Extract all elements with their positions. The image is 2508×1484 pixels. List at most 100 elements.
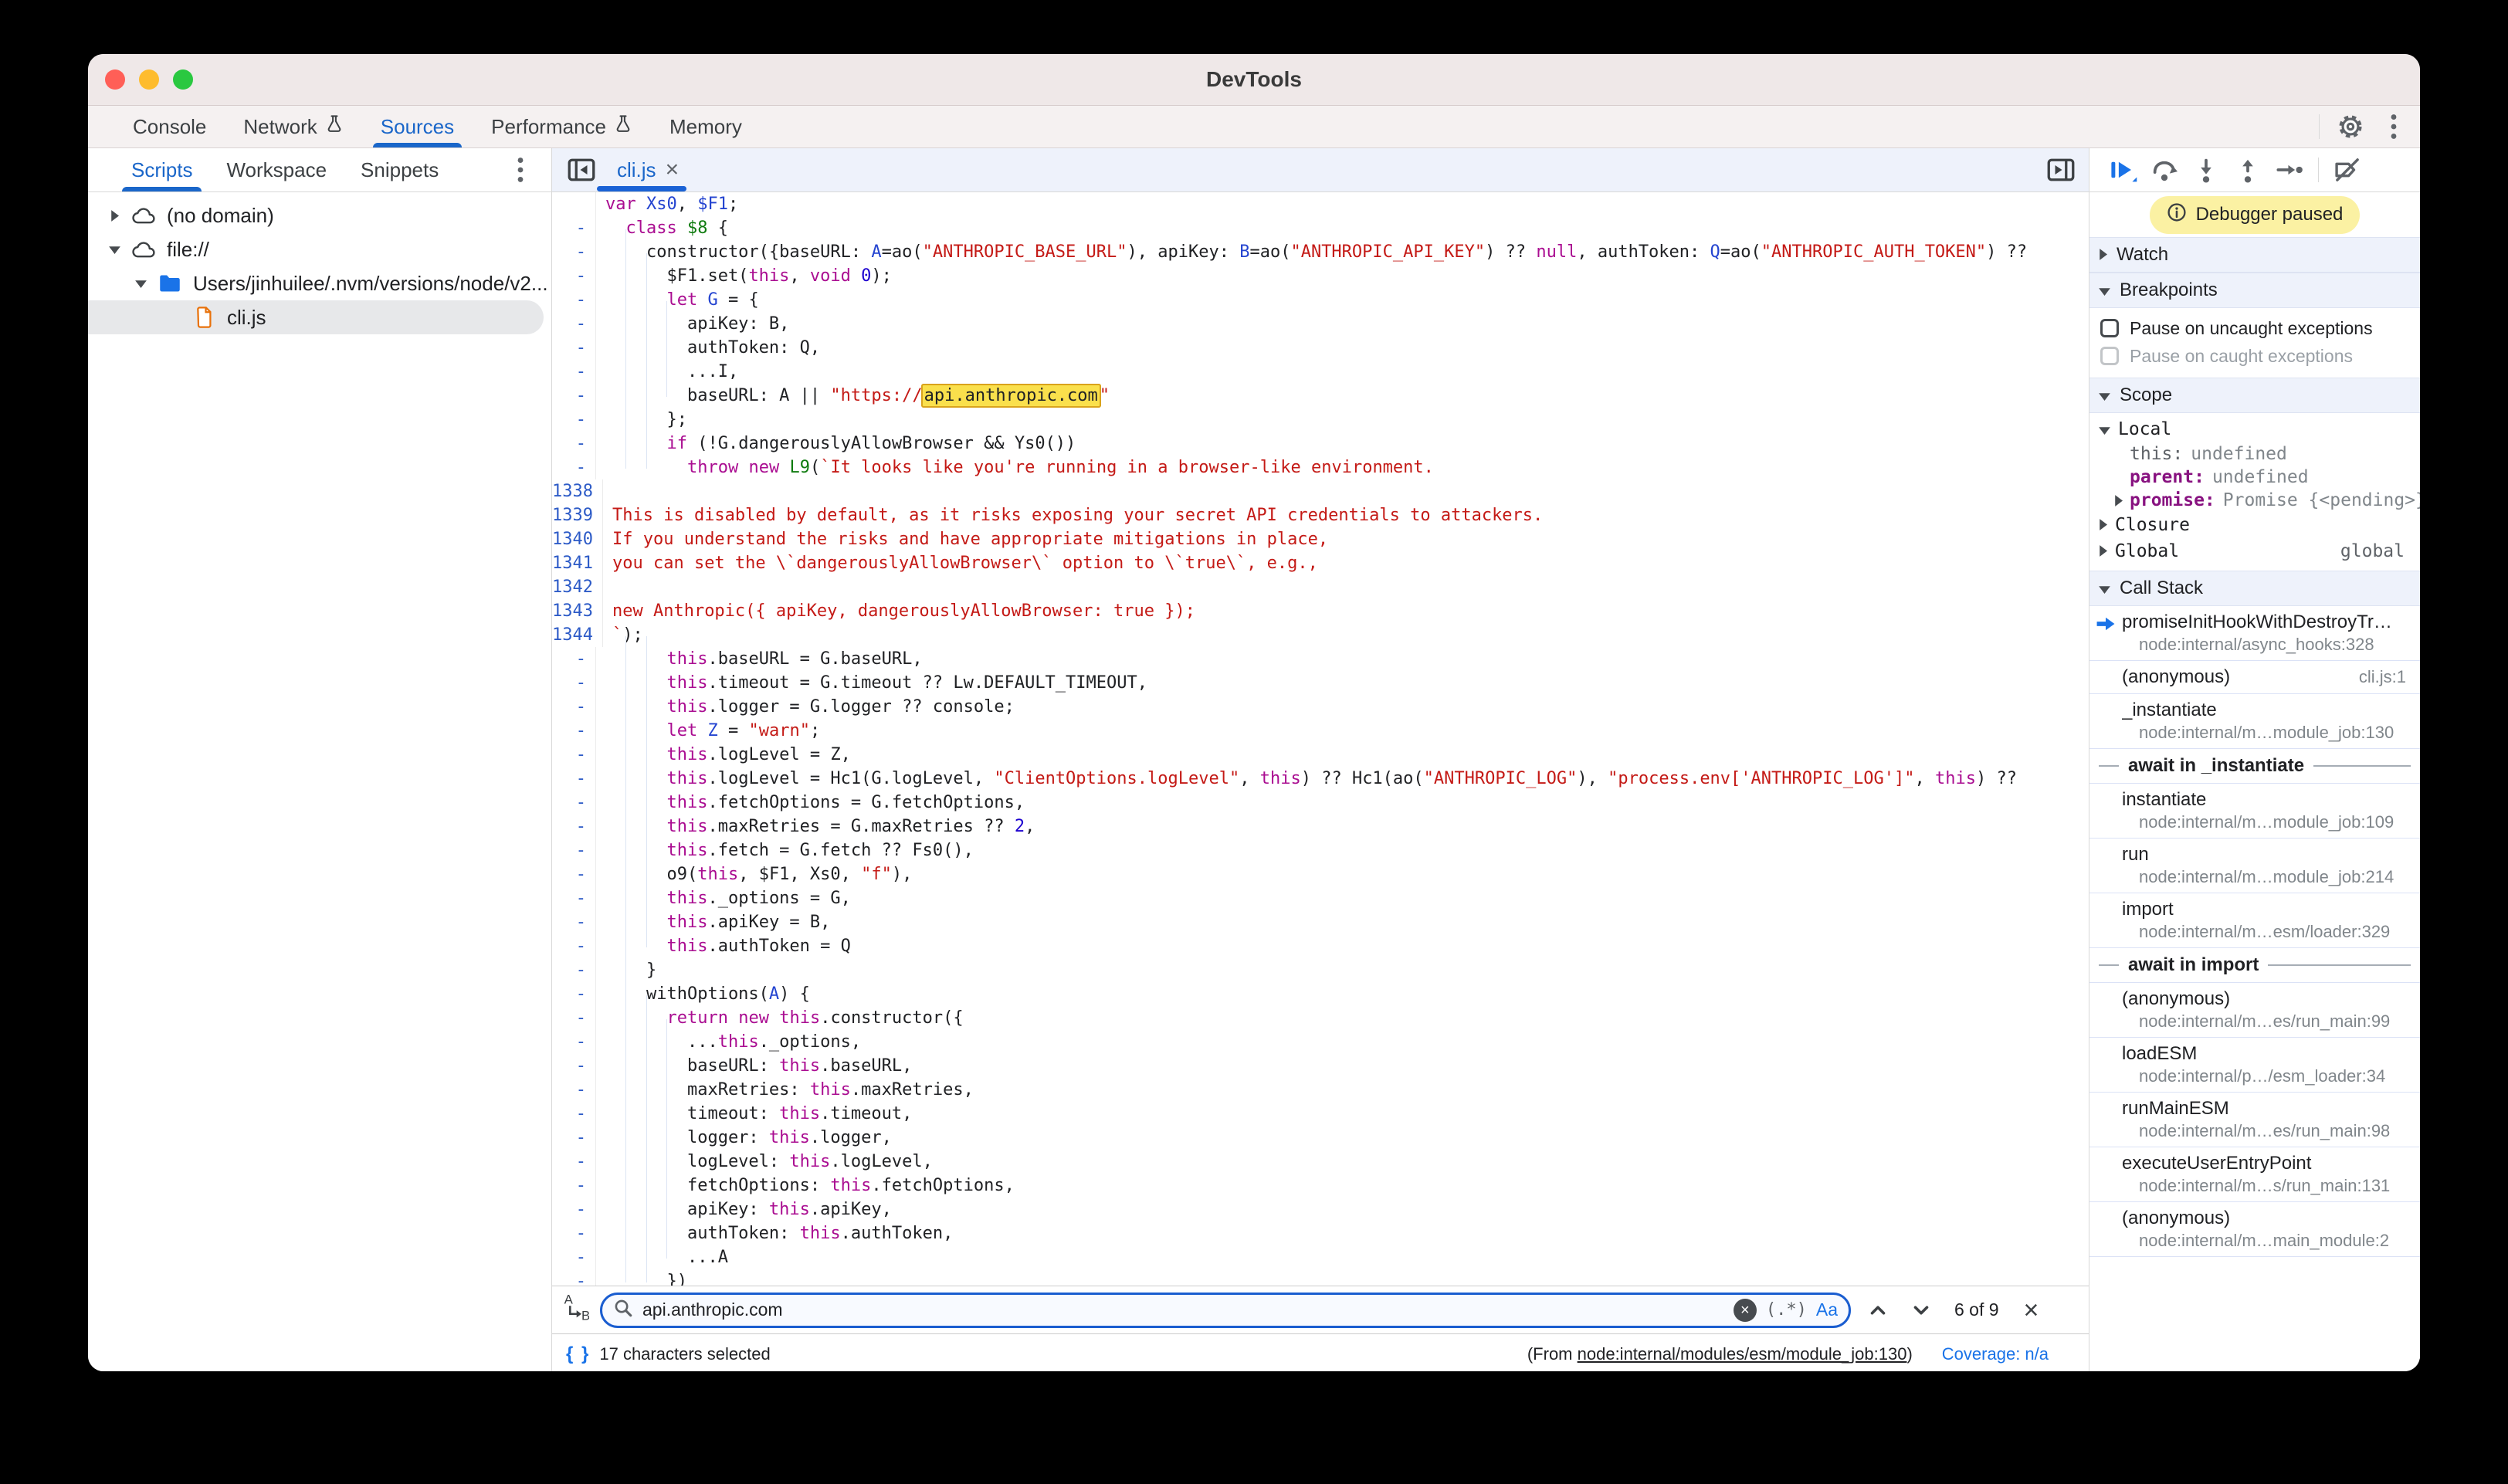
line-gutter[interactable]: - [552,1245,596,1269]
source-origin-link[interactable]: node:internal/modules/esm/module_job:130 [1578,1344,1907,1364]
tab-memory[interactable]: Memory [651,106,761,147]
regex-toggle[interactable]: (.*) [1766,1300,1807,1320]
collapsed-triangle-icon[interactable] [2099,515,2107,535]
expander-down-icon[interactable] [128,280,153,288]
breakpoint-option-pause-on-caught-exceptions[interactable]: Pause on caught exceptions [2089,342,2420,370]
tab-performance[interactable]: Performance [473,106,651,147]
navigator-tab-scripts[interactable]: Scripts [114,148,209,191]
scope-property[interactable]: this:undefined [2089,442,2420,466]
call-stack-frame-anonymous[interactable]: (anonymous)node:internal/m…es/run_main:9… [2089,983,2420,1038]
expander-down-icon[interactable] [102,246,127,254]
replace-toggle-icon[interactable]: AB [563,1292,589,1328]
call-stack-frame-promiseinithookwithdestroytr[interactable]: promiseInitHookWithDestroyTr…node:intern… [2089,606,2420,661]
line-gutter[interactable]: - [552,934,596,958]
call-stack-frame-executeuserentrypoint[interactable]: executeUserEntryPointnode:internal/m…s/r… [2089,1147,2420,1202]
line-gutter[interactable]: - [552,1030,596,1054]
call-stack-frame-anonymous[interactable]: (anonymous)cli.js:1 [2089,661,2420,694]
tab-sources[interactable]: Sources [362,106,473,147]
tab-console[interactable]: Console [114,106,225,147]
call-stack-frame-anonymous[interactable]: (anonymous)node:internal/m…main_module:2 [2089,1202,2420,1257]
checkbox-unchecked[interactable] [2100,319,2119,337]
breakpoint-option-pause-on-uncaught-exceptions[interactable]: Pause on uncaught exceptions [2089,314,2420,342]
line-gutter[interactable]: - [552,1198,596,1221]
tree-item-users-jinhuilee-nvm-versions-node-v2[interactable]: Users/jinhuilee/.nvm/versions/node/v2... [88,266,551,300]
line-gutter[interactable]: 1340 [552,527,603,551]
line-gutter[interactable]: - [552,288,596,312]
scope-property[interactable]: promise:Promise {<pending>} [2089,489,2420,512]
resume-script-button[interactable] [2103,153,2142,187]
collapsed-triangle-icon[interactable] [2099,541,2107,561]
clear-search-icon[interactable]: × [1734,1299,1757,1322]
zoom-window-button[interactable] [173,69,193,90]
scope-group-global[interactable]: Globalglobal [2089,538,2420,564]
line-gutter[interactable]: - [552,647,596,671]
line-gutter[interactable]: - [552,862,596,886]
hide-debugger-sidebar-icon[interactable] [2047,158,2075,182]
hide-navigator-icon[interactable] [568,158,595,182]
collapsed-triangle-icon[interactable] [2108,495,2128,507]
previous-match-icon[interactable] [1862,1294,1894,1326]
navigator-tab-workspace[interactable]: Workspace [209,148,344,191]
match-case-toggle[interactable]: Aa [1816,1299,1838,1320]
line-gutter[interactable]: - [552,743,596,767]
line-gutter[interactable]: - [552,1150,596,1174]
line-gutter[interactable]: - [552,240,596,264]
call-stack-frame-import[interactable]: importnode:internal/m…esm/loader:329 [2089,893,2420,948]
step-out-button[interactable] [2228,153,2267,187]
line-gutter[interactable]: - [552,1006,596,1030]
line-gutter[interactable]: - [552,432,596,456]
scope-property[interactable]: parent:undefined [2089,466,2420,489]
line-gutter[interactable]: - [552,886,596,910]
call-stack-frame-run[interactable]: runnode:internal/m…module_job:214 [2089,839,2420,893]
line-gutter[interactable]: 1338 [552,479,603,503]
step-button[interactable] [2270,153,2309,187]
line-gutter[interactable]: - [552,1102,596,1126]
line-gutter[interactable]: - [552,1078,596,1102]
line-gutter[interactable]: 1343 [552,599,603,623]
line-gutter[interactable]: - [552,384,596,408]
line-gutter[interactable] [552,192,596,216]
tree-item-cli-js[interactable]: cli.js [88,300,544,334]
expander-right-icon[interactable] [102,210,127,222]
line-gutter[interactable]: - [552,312,596,336]
line-gutter[interactable]: 1341 [552,551,603,575]
close-search-icon[interactable]: × [2024,1297,2039,1323]
search-input[interactable]: api.anthropic.com × (.*) Aa [600,1293,1851,1328]
line-gutter[interactable]: - [552,1269,596,1286]
file-tab-cli-js[interactable]: cli.js × [617,158,679,182]
expanded-triangle-icon[interactable] [2099,419,2110,439]
line-gutter[interactable]: - [552,456,596,479]
call-stack-frame-instantiate[interactable]: _instantiatenode:internal/m…module_job:1… [2089,694,2420,749]
more-options-kebab-icon[interactable] [2375,110,2412,144]
line-gutter[interactable]: - [552,671,596,695]
line-gutter[interactable]: - [552,791,596,815]
line-gutter[interactable]: - [552,216,596,240]
navigator-tab-snippets[interactable]: Snippets [344,148,456,191]
section-watch[interactable]: Watch [2089,237,2420,273]
line-gutter[interactable]: - [552,958,596,982]
section-scope[interactable]: Scope [2089,378,2420,413]
line-gutter[interactable]: - [552,719,596,743]
section-breakpoints[interactable]: Breakpoints [2089,273,2420,308]
call-stack-frame-instantiate[interactable]: instantiatenode:internal/m…module_job:10… [2089,784,2420,839]
tree-item-no-domain[interactable]: (no domain) [88,198,551,232]
line-gutter[interactable]: - [552,767,596,791]
call-stack-frame-runmainesm[interactable]: runMainESMnode:internal/m…es/run_main:98 [2089,1093,2420,1147]
settings-gear-icon[interactable] [2332,110,2369,144]
line-gutter[interactable]: - [552,910,596,934]
scope-group-local[interactable]: Local [2089,416,2420,442]
step-over-button[interactable] [2145,153,2184,187]
minimize-window-button[interactable] [139,69,159,90]
line-gutter[interactable]: - [552,336,596,360]
section-call-stack[interactable]: Call Stack [2089,571,2420,606]
line-gutter[interactable]: - [552,982,596,1006]
line-gutter[interactable]: - [552,1174,596,1198]
scope-group-closure[interactable]: Closure [2089,512,2420,538]
checkbox-unchecked[interactable] [2100,347,2119,365]
tree-item-file[interactable]: file:// [88,232,551,266]
line-gutter[interactable]: - [552,695,596,719]
line-gutter[interactable]: - [552,360,596,384]
line-gutter[interactable]: - [552,1221,596,1245]
code-area[interactable]: var Xs0, $F1;- class $8 {- constructor({… [552,192,2089,1286]
coverage-link[interactable]: Coverage: n/a [1942,1344,2049,1364]
